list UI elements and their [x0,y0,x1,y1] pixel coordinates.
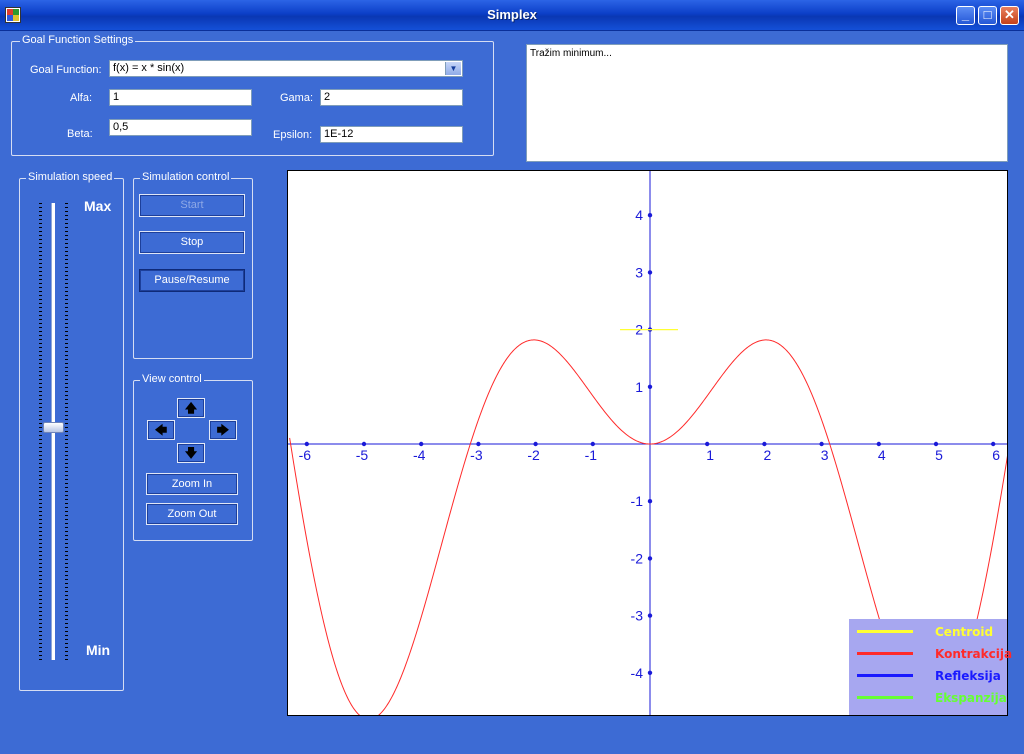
y-tick-label: -3 [631,608,644,624]
speed-max-label: Max [84,198,112,214]
arrow-down-icon: 🡇 [184,446,198,460]
legend-item: Ekspanzija [857,688,1007,705]
x-tick-dot [476,441,481,447]
x-tick-dot [590,441,595,447]
pan-up-button[interactable]: 🡅 [177,398,205,418]
maximize-button[interactable]: □ [978,6,997,25]
simulation-speed-title: Simulation speed [26,171,115,183]
x-tick-label: -6 [299,447,312,463]
x-tick-label: 4 [878,447,886,463]
x-tick-label: 2 [764,447,772,463]
x-tick-label: 1 [706,447,714,463]
chevron-down-icon[interactable]: ▼ [445,62,461,75]
goal-function-value: f(x) = x * sin(x) [113,62,185,74]
speed-slider-thumb[interactable] [43,421,64,433]
x-tick-label: -5 [356,447,369,463]
y-tick-label: 4 [635,207,643,223]
x-tick-dot [705,441,710,447]
y-tick-label: 3 [635,264,643,280]
x-tick-dot [361,441,367,447]
x-tick-dot [819,441,824,447]
y-tick-dot [647,213,653,218]
x-tick-dot [304,441,309,447]
pan-right-button[interactable]: 🡆 [209,420,237,440]
legend-item: Centroid [857,622,1007,639]
x-tick-label: 3 [821,447,829,463]
x-tick-dot [533,441,538,447]
simulation-speed-group: Simulation speed [19,171,124,691]
arrow-up-icon: 🡅 [184,401,198,415]
epsilon-label: Epsilon: [273,129,313,141]
beta-field[interactable]: 0,5 [109,119,252,136]
pan-left-button[interactable]: 🡄 [147,420,175,440]
y-tick-dot [647,670,653,675]
y-tick-dot [647,499,653,504]
simulation-control-title: Simulation control [140,171,232,183]
arrow-right-icon: 🡆 [216,423,230,437]
x-tick-label: 5 [935,447,943,463]
view-control-title: View control [140,373,204,385]
x-tick-dot [419,441,424,447]
pause-resume-button[interactable]: Pause/Resume [139,269,245,292]
window-title: Simplex [487,7,537,22]
legend-swatch [857,674,913,677]
x-tick-label: -4 [413,447,426,463]
epsilon-field[interactable]: 1E-12 [320,126,463,143]
x-tick-label: -3 [470,447,483,463]
x-tick-dot [762,441,767,447]
x-tick-label: -1 [585,447,598,463]
legend-label: Ekspanzija [935,691,1007,705]
zoom-out-button[interactable]: Zoom Out [146,503,238,525]
gama-field[interactable]: 2 [320,89,463,106]
x-tick-dot [933,441,939,447]
output-log[interactable]: Tražim minimum... [526,44,1008,162]
close-button[interactable]: ✕ [1000,6,1019,25]
y-tick-dot [647,613,653,618]
slider-ticks-left [39,203,42,660]
legend-label: Refleksija [935,669,1001,683]
y-tick-label: -4 [631,665,644,681]
y-tick-dot [647,556,653,561]
x-tick-label: 6 [992,447,1000,463]
y-tick-label: -1 [631,493,644,509]
alfa-label: Alfa: [70,92,93,104]
y-tick-label: -2 [631,550,644,566]
x-tick-dot [876,441,881,447]
y-tick-dot [647,384,653,389]
slider-ticks-right [65,203,68,660]
alfa-field[interactable]: 1 [109,89,252,106]
arrow-left-icon: 🡄 [154,423,168,437]
minimize-button[interactable]: _ [956,6,975,25]
x-tick-label: -2 [527,447,540,463]
x-tick-dot [991,441,996,447]
goal-function-label: Goal Function: [30,64,102,76]
stop-button[interactable]: Stop [139,231,245,254]
legend-swatch [857,652,913,655]
zoom-in-button[interactable]: Zoom In [146,473,238,495]
y-tick-label: 1 [635,379,643,395]
speed-min-label: Min [86,642,111,658]
goal-function-settings-title: Goal Function Settings [20,34,136,46]
title-bar[interactable]: Simplex _ □ ✕ [0,0,1024,31]
plot-legend: Centroid Kontrakcija Refleksija Ekspanzija [849,619,1012,715]
legend-swatch [857,630,913,633]
legend-item: Kontrakcija [857,644,1012,661]
start-button[interactable]: Start [139,194,245,217]
legend-swatch [857,696,913,699]
y-tick-dot [647,270,653,275]
beta-label: Beta: [67,128,93,140]
legend-item: Refleksija [857,666,1007,683]
output-text: Tražim minimum... [530,48,612,59]
goal-function-select[interactable]: f(x) = x * sin(x) ▼ [109,60,463,77]
legend-label: Centroid [935,625,994,639]
pan-down-button[interactable]: 🡇 [177,443,205,463]
gama-label: Gama: [280,92,314,104]
legend-label: Kontrakcija [935,647,1013,661]
